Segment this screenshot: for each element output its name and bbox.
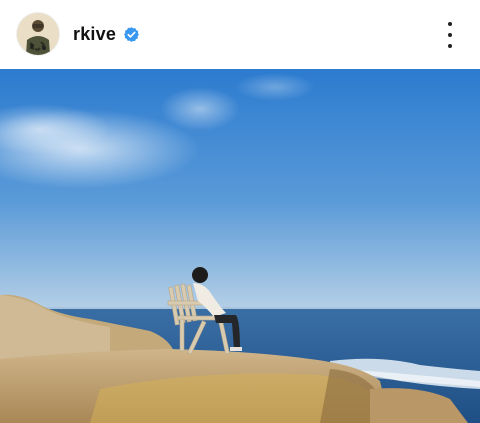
post-photo[interactable] [0, 69, 480, 423]
verified-badge-icon [123, 26, 140, 43]
more-vertical-icon [448, 22, 452, 26]
avatar-image [17, 13, 59, 55]
more-options-button[interactable] [440, 22, 460, 48]
username[interactable]: rkive [73, 24, 116, 45]
avatar[interactable] [17, 13, 59, 55]
ocean-rocks-photo [0, 69, 480, 423]
username-row: rkive [73, 24, 140, 45]
post-header: rkive [0, 0, 480, 69]
